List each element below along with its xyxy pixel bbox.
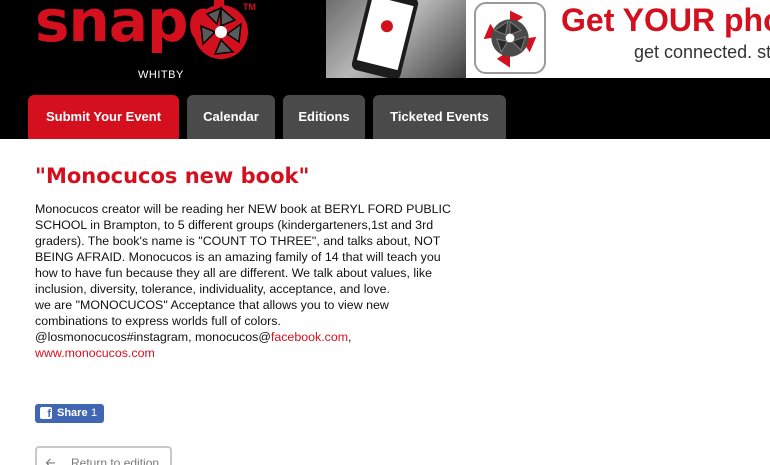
tab-calendar[interactable]: Calendar bbox=[187, 95, 275, 139]
social-handles: @losmonocucos#instagram, monocucos@ bbox=[35, 330, 271, 344]
social-line: @losmonocucos#instagram, monocucos@faceb… bbox=[35, 329, 465, 345]
city-label: WHITBY bbox=[138, 69, 184, 81]
share-count: 1 bbox=[91, 407, 98, 419]
description-paragraph: we are "MONOCUCOS" Acceptance that allow… bbox=[35, 298, 389, 328]
aperture-icon bbox=[194, 5, 248, 59]
facebook-share-button[interactable]: f Share 1 bbox=[35, 404, 104, 423]
event-content: "Monocucos new book" Monocucos creator w… bbox=[35, 162, 465, 361]
banner-headline: Get YOUR photo bbox=[561, 2, 770, 38]
description-paragraph: Monocucos creator will be reading her NE… bbox=[35, 202, 451, 296]
event-title: "Monocucos new book" bbox=[35, 164, 310, 188]
event-description: Monocucos creator will be reading her NE… bbox=[35, 201, 465, 361]
snapd-logo[interactable]: snapd TM WHITBY bbox=[33, 0, 263, 82]
tab-editions[interactable]: Editions bbox=[283, 95, 365, 139]
facebook-icon: f bbox=[40, 407, 52, 420]
website-line: www.monocucos.com bbox=[35, 345, 465, 361]
tab-submit-your-event[interactable]: Submit Your Event bbox=[28, 95, 179, 139]
website-link[interactable]: www.monocucos.com bbox=[35, 346, 155, 360]
ad-banner[interactable]: Get YOUR photo get connected. st bbox=[326, 0, 770, 78]
aperture-icon bbox=[483, 10, 537, 68]
return-label: Return to edition bbox=[71, 456, 160, 465]
banner-subline: get connected. st bbox=[634, 42, 770, 62]
share-label: Share bbox=[57, 407, 88, 419]
arrow-left-icon: 🡨 bbox=[45, 455, 56, 465]
app-icon bbox=[474, 2, 546, 74]
banner-phone-image bbox=[326, 0, 466, 78]
trademark-label: TM bbox=[243, 2, 256, 12]
social-suffix: , bbox=[348, 330, 352, 344]
tab-ticketed-events[interactable]: Ticketed Events bbox=[373, 95, 506, 139]
facebook-link[interactable]: facebook.com bbox=[271, 330, 348, 344]
return-to-edition-button[interactable]: 🡨 Return to edition bbox=[35, 446, 172, 465]
